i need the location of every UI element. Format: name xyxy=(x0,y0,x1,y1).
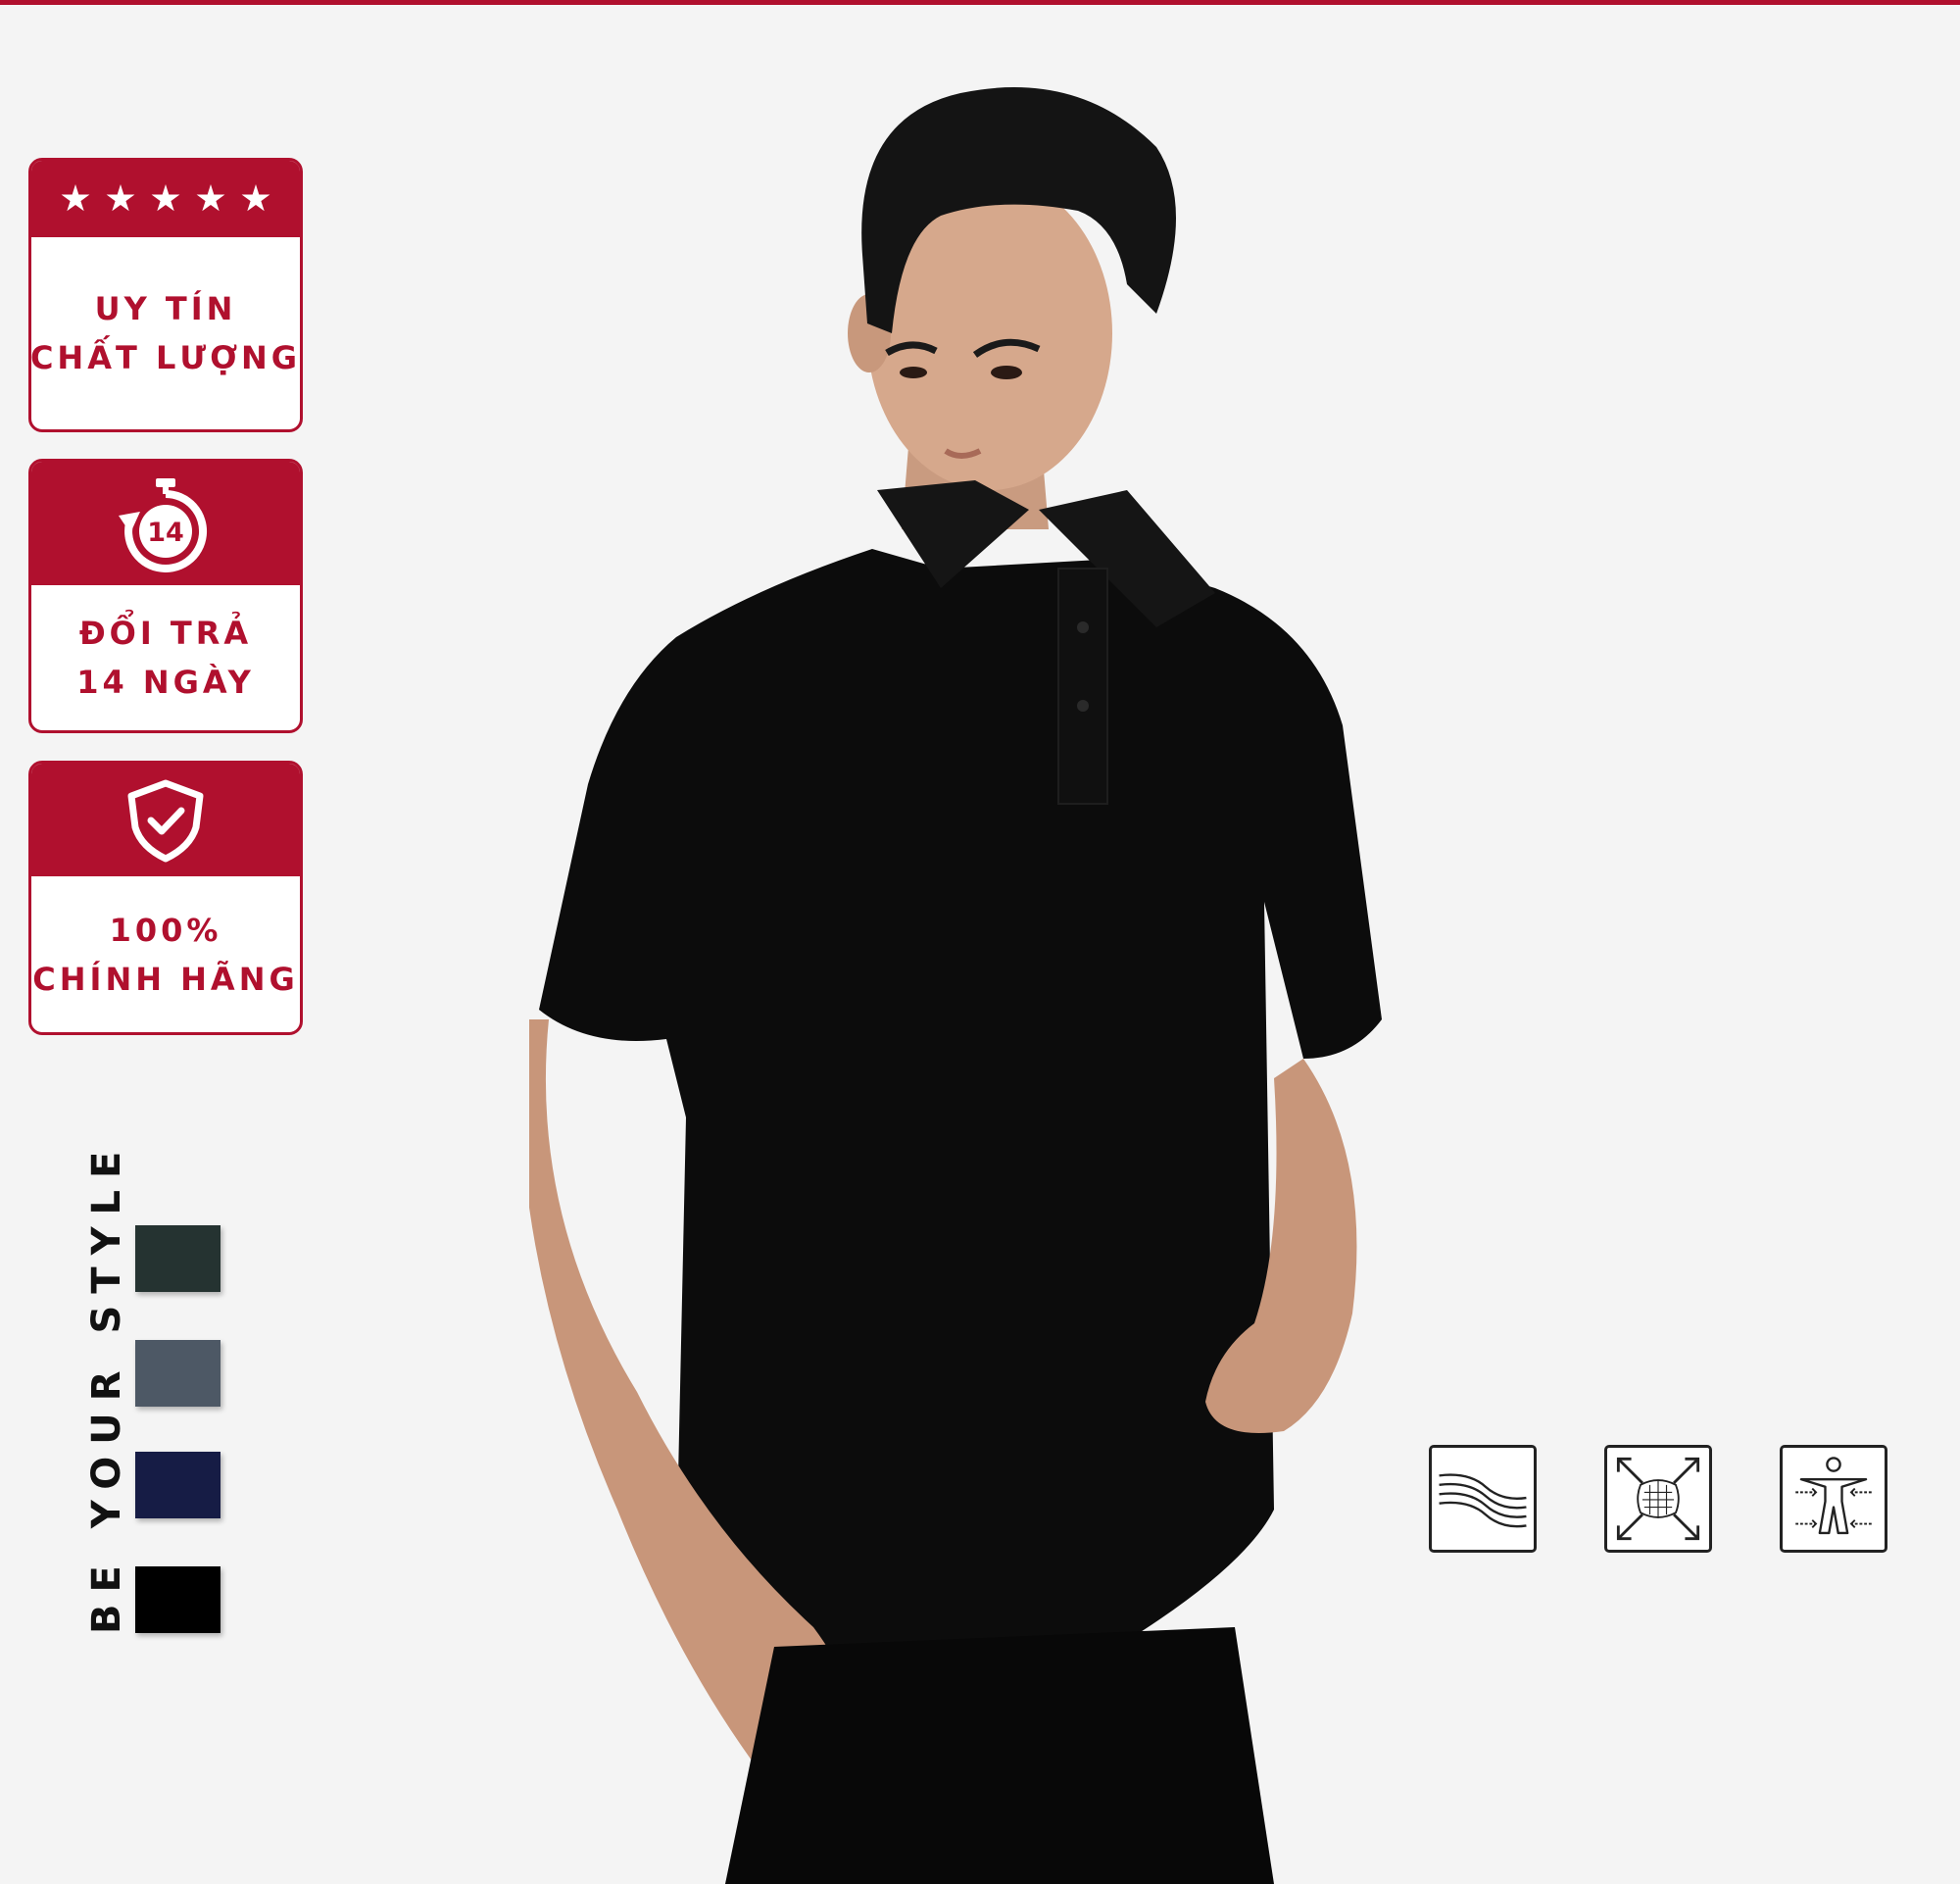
badge-return-line1: ĐỔI TRẢ xyxy=(78,615,253,652)
tagline: BE YOUR STYLE xyxy=(84,1139,129,1634)
svg-text:14: 14 xyxy=(147,518,184,548)
stretch-fabric-icon xyxy=(1604,1445,1712,1553)
badge-quality-line2: CHẤT LƯỢNG xyxy=(29,339,302,376)
five-stars-icon xyxy=(61,184,270,214)
badge-authentic-line2: CHÍNH HÃNG xyxy=(32,960,299,998)
body-fit-icon xyxy=(1780,1445,1887,1553)
badge-quality-line1: UY TÍN xyxy=(94,290,237,327)
badge-authentic: 100% CHÍNH HÃNG xyxy=(28,761,303,1035)
badge-authentic-line1: 100% xyxy=(109,911,222,949)
color-swatch-dark-green[interactable] xyxy=(135,1225,220,1292)
color-swatch-navy[interactable] xyxy=(135,1452,220,1518)
badge-return-body: ĐỔI TRẢ 14 NGÀY xyxy=(31,585,300,730)
badge-return-header: 14 xyxy=(31,462,300,585)
badge-return: 14 ĐỔI TRẢ 14 NGÀY xyxy=(28,459,303,733)
badge-quality: UY TÍN CHẤT LƯỢNG xyxy=(28,158,303,432)
color-swatch-black[interactable] xyxy=(135,1566,220,1633)
model-photo xyxy=(529,87,1382,1884)
badge-authentic-body: 100% CHÍNH HÃNG xyxy=(31,876,300,1032)
color-swatch-slate-gray[interactable] xyxy=(135,1340,220,1407)
badge-authentic-header xyxy=(31,764,300,876)
fabric-wave-icon xyxy=(1429,1445,1537,1553)
top-accent-bar xyxy=(0,0,1960,5)
shield-check-icon xyxy=(127,779,204,862)
badge-return-line2: 14 NGÀY xyxy=(76,664,255,701)
return-14-days-icon: 14 xyxy=(119,478,208,572)
badge-quality-header xyxy=(31,161,300,237)
badge-quality-body: UY TÍN CHẤT LƯỢNG xyxy=(31,237,300,429)
